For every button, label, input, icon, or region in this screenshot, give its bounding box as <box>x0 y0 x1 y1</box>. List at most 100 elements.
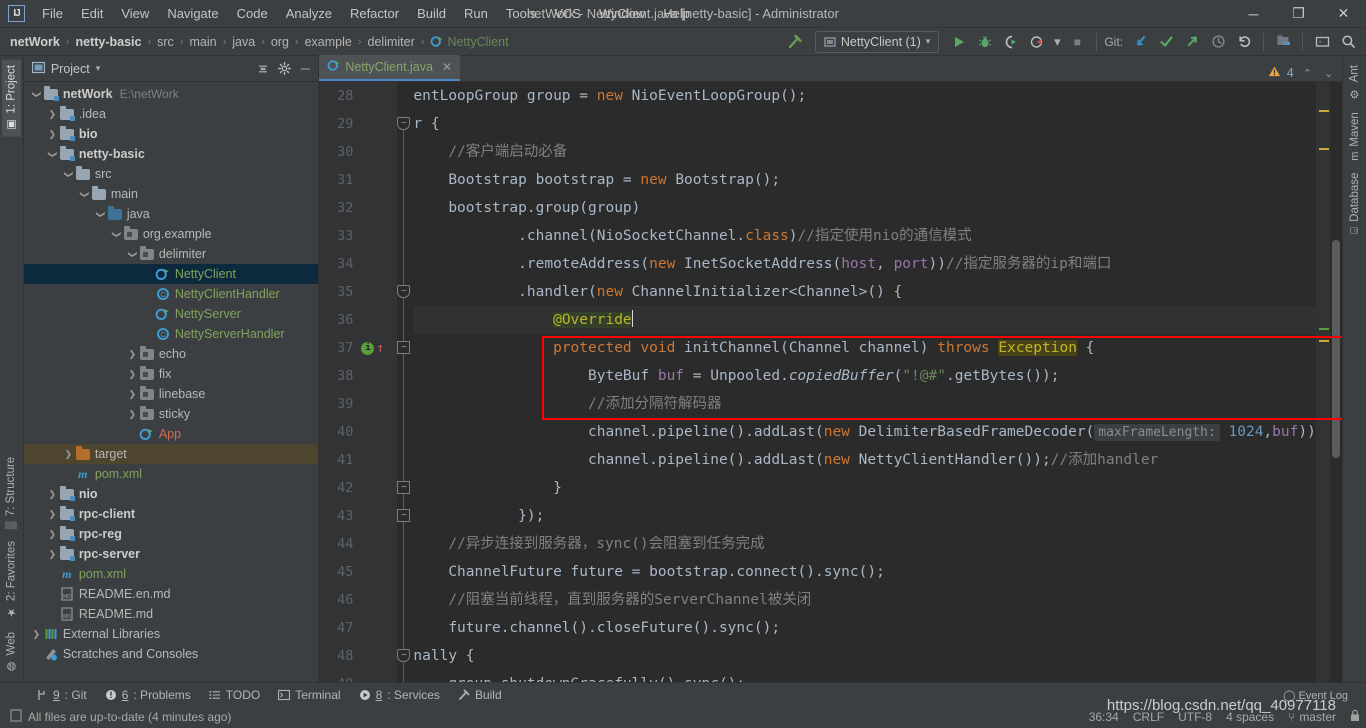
tool-window-terminal[interactable]: Terminal <box>270 686 348 704</box>
indent-widget[interactable]: 4 spaces <box>1226 710 1274 724</box>
tool-stripe-database[interactable]: ⌸ Database <box>1346 168 1364 239</box>
chevron-down-icon[interactable]: ❯ <box>63 168 74 181</box>
gutter-line[interactable]: 49 <box>319 670 397 682</box>
code-line-43[interactable]: }); <box>413 502 1316 530</box>
marker-warning[interactable] <box>1319 110 1330 112</box>
code-line-42[interactable]: } <box>413 474 1316 502</box>
gutter-line[interactable]: 47 <box>319 614 397 642</box>
tree-item-netty-basic[interactable]: ❯ netty-basic <box>24 144 319 164</box>
run-configuration-selector[interactable]: NettyClient (1) ▾ <box>814 30 940 53</box>
code-line-47[interactable]: future.channel().closeFuture().sync(); <box>413 614 1316 642</box>
chevron-down-icon[interactable]: ❯ <box>127 248 138 261</box>
prev-problem-icon[interactable]: ⌃ <box>1300 67 1315 80</box>
tree-item-org-example[interactable]: ❯ org.example <box>24 224 319 244</box>
chevron-down-icon[interactable]: ❯ <box>47 148 58 161</box>
breadcrumb-item-delimiter[interactable]: delimiter <box>366 35 417 49</box>
code-editor[interactable]: 28 29 30 31 32 33 34 35 36 37 i ↑ 38 39 40 41 42 43 44 45 46… <box>319 82 1343 682</box>
tree-item-pom-xml[interactable]: m pom.xml <box>24 464 319 484</box>
code-line-32[interactable]: bootstrap.group(group) <box>413 194 1316 222</box>
tool-window-todo[interactable]: TODO <box>201 686 268 704</box>
close-button[interactable]: ✕ <box>1321 0 1366 28</box>
tool-stripe-web[interactable]: ◍ Web <box>2 627 21 678</box>
collapse-all-icon[interactable] <box>254 60 272 78</box>
encoding-widget[interactable]: UTF-8 <box>1178 710 1212 724</box>
gutter-line[interactable]: 34 <box>319 250 397 278</box>
profiler-icon[interactable] <box>1025 31 1049 53</box>
code-line-39[interactable]: //添加分隔符解码器 <box>413 390 1316 418</box>
chevron-right-icon[interactable]: ❯ <box>126 409 139 420</box>
menu-navigate[interactable]: Navigate <box>158 3 227 24</box>
code-line-44[interactable]: //异步连接到服务器，sync()会阻塞到任务完成 <box>413 530 1316 558</box>
code-line-46[interactable]: //阻塞当前线程，直到服务器的ServerChannel被关闭 <box>413 586 1316 614</box>
tool-stripe-maven[interactable]: m Maven <box>1346 107 1364 166</box>
menu-help[interactable]: Help <box>654 3 699 24</box>
tree-item-readme-md[interactable]: MD README.md <box>24 604 319 624</box>
menu-run[interactable]: Run <box>455 3 497 24</box>
gutter-line[interactable]: 28 <box>319 82 397 110</box>
marker-track[interactable] <box>1316 82 1331 682</box>
source-code[interactable]: entLoopGroup group = new NioEventLoopGro… <box>411 82 1317 682</box>
fold-toggle-icon[interactable]: − <box>397 481 411 494</box>
breadcrumb-item-example[interactable]: example <box>303 35 354 49</box>
menu-vcs[interactable]: VCS <box>545 3 590 24</box>
tree-item-nettyclienthandler[interactable]: C NettyClientHandler <box>24 284 319 304</box>
menu-code[interactable]: Code <box>228 3 277 24</box>
run-with-coverage-icon[interactable] <box>999 31 1023 53</box>
tree-item-java[interactable]: ❯ java <box>24 204 319 224</box>
run-button[interactable] <box>947 31 971 53</box>
tool-window-services[interactable]: 8: Services <box>351 686 448 704</box>
code-line-41[interactable]: channel.pipeline().addLast(new NettyClie… <box>413 446 1316 474</box>
tree-item-nettyserverhandler[interactable]: C NettyServerHandler <box>24 324 319 344</box>
override-method-icon[interactable]: ↑ <box>376 341 384 356</box>
tree-item-fix[interactable]: ❯ fix <box>24 364 319 384</box>
git-history-icon[interactable] <box>1206 31 1230 53</box>
code-line-48[interactable]: nally { <box>413 642 1316 670</box>
project-panel-caret[interactable]: ▾ <box>96 63 101 74</box>
tree-item-external-libraries[interactable]: ❯ External Libraries <box>24 624 319 644</box>
code-line-31[interactable]: Bootstrap bootstrap = new Bootstrap(); <box>413 166 1316 194</box>
gutter-line[interactable]: 38 <box>319 362 397 390</box>
scrollbar-thumb[interactable] <box>1332 240 1341 458</box>
chevron-right-icon[interactable]: ❯ <box>30 629 43 640</box>
tree-item--idea[interactable]: ❯ .idea <box>24 104 319 124</box>
code-line-38[interactable]: ByteBuf buf = Unpooled.copiedBuffer("!@#… <box>413 362 1316 390</box>
chevron-down-icon[interactable]: ❯ <box>95 208 106 221</box>
chevron-right-icon[interactable]: ❯ <box>46 509 59 520</box>
tree-item-echo[interactable]: ❯ echo <box>24 344 319 364</box>
code-line-28[interactable]: entLoopGroup group = new NioEventLoopGro… <box>413 82 1316 110</box>
git-branch-widget[interactable]: ⑂ master <box>1288 710 1336 724</box>
menu-analyze[interactable]: Analyze <box>277 3 341 24</box>
git-push-icon[interactable] <box>1180 31 1204 53</box>
tree-item-rpc-reg[interactable]: ❯ rpc-reg <box>24 524 319 544</box>
breadcrumb-item-netty-basic[interactable]: netty-basic <box>73 35 143 49</box>
code-line-33[interactable]: .channel(NioSocketChannel.class)//指定使用ni… <box>413 222 1316 250</box>
chevron-right-icon[interactable]: ❯ <box>126 349 139 360</box>
gutter-line[interactable]: 30 <box>319 138 397 166</box>
fold-toggle-icon[interactable]: − <box>397 341 411 354</box>
gear-icon[interactable] <box>275 60 293 78</box>
chevron-right-icon[interactable]: ❯ <box>46 109 59 120</box>
stop-button[interactable]: ■ <box>1065 31 1089 53</box>
code-line-29[interactable]: r { <box>413 110 1316 138</box>
marker-change[interactable] <box>1319 328 1330 330</box>
debug-bug-icon[interactable] <box>973 31 997 53</box>
fold-toggle-icon[interactable]: − <box>397 117 411 130</box>
menu-edit[interactable]: Edit <box>72 3 112 24</box>
tree-item-rpc-client[interactable]: ❯ rpc-client <box>24 504 319 524</box>
breadcrumb-item-org[interactable]: org <box>269 35 291 49</box>
tree-item-target[interactable]: ❯ target <box>23 444 319 464</box>
tool-window-build[interactable]: Build <box>450 686 510 704</box>
close-tab-icon[interactable]: ✕ <box>442 60 452 74</box>
maximize-button[interactable]: ❐ <box>1276 0 1321 28</box>
fold-toggle-icon[interactable]: − <box>397 509 411 522</box>
chevron-right-icon[interactable]: ❯ <box>46 529 59 540</box>
tool-stripe-2-favorites[interactable]: ★ 2: Favorites <box>2 536 21 624</box>
menu-file[interactable]: File <box>33 3 72 24</box>
tree-item-sticky[interactable]: ❯ sticky <box>24 404 319 424</box>
menu-build[interactable]: Build <box>408 3 455 24</box>
gutter-line[interactable]: 44 <box>319 530 397 558</box>
code-line-45[interactable]: ChannelFuture future = bootstrap.connect… <box>413 558 1316 586</box>
chevron-right-icon[interactable]: ❯ <box>46 489 59 500</box>
tree-item-nettyserver[interactable]: NettyServer <box>24 304 319 324</box>
project-tree[interactable]: ❯ netWork E:\netWork ❯ .idea ❯ bio ❯ netty-basic… <box>23 82 319 682</box>
